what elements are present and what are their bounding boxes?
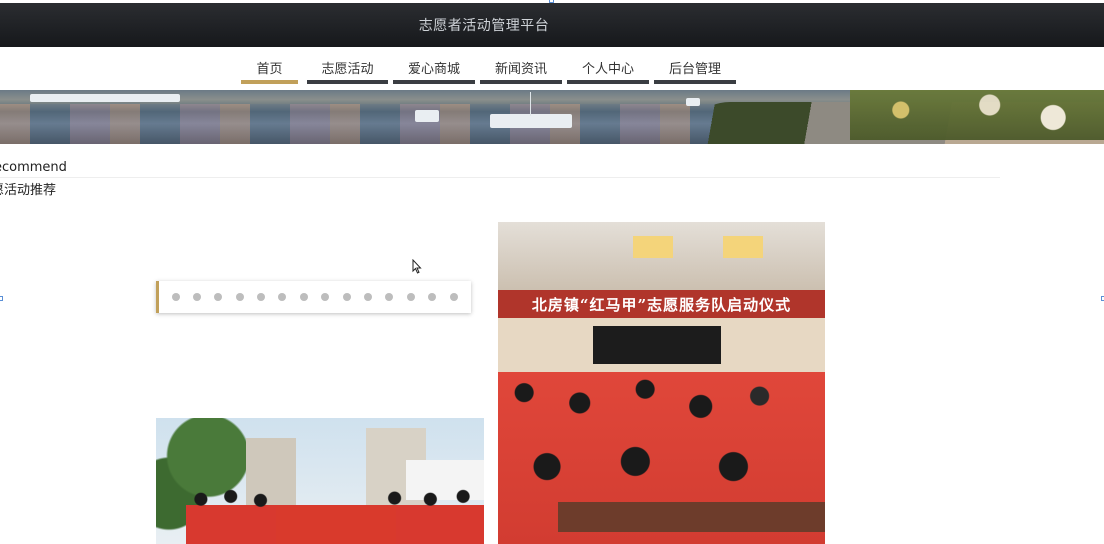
carousel-dot[interactable] [192,293,201,301]
carousel-dot[interactable] [321,293,330,301]
carousel-accent-bar [156,281,159,313]
carousel-dot[interactable] [299,293,308,301]
section-divider [0,177,1000,178]
carousel-dot[interactable] [342,293,351,301]
main-nav: 首页 志愿活动 爱心商城 新闻资讯 个人中心 后台管理 [241,55,741,85]
carousel-dot[interactable] [428,293,437,301]
banner-flowers [850,90,1104,140]
banner-boat [30,94,180,102]
photo-light [723,236,763,258]
banner-boat [686,98,700,106]
section-title-cn: 愿活动推荐 [0,183,57,198]
carousel-dot[interactable] [278,293,287,301]
resize-handle-left[interactable] [0,296,3,301]
carousel-dot[interactable] [406,293,415,301]
photo-light [633,236,673,258]
carousel-dot[interactable] [364,293,373,301]
carousel-dot[interactable] [171,293,180,301]
banner-sailboat [490,114,572,128]
nav-tab-admin[interactable]: 后台管理 [654,55,736,84]
nav-tab-news[interactable]: 新闻资讯 [480,55,562,84]
banner-boat [415,110,439,122]
banner-water [0,104,760,144]
nav-tab-home[interactable]: 首页 [241,55,298,84]
photo-event-banner: 北房镇“红马甲”志愿服务队启动仪式 [498,290,825,318]
carousel-pagination [156,281,471,313]
photo-screen [593,326,721,364]
photo-desk [558,502,825,532]
site-header: 志愿者活动管理平台 [0,3,1104,47]
hero-banner [0,90,1104,144]
mouse-cursor-icon [412,258,422,277]
nav-tab-activities[interactable]: 志愿活动 [307,55,388,84]
carousel-dot[interactable] [385,293,394,301]
photo-flag [276,506,396,544]
carousel-dot[interactable] [449,293,458,301]
carousel-dot[interactable] [214,293,223,301]
activity-photo-launch-ceremony[interactable]: 北房镇“红马甲”志愿服务队启动仪式 [498,222,825,544]
carousel-dots [171,293,471,301]
activity-photo-group[interactable] [156,418,484,544]
banner-mast [530,92,531,116]
nav-tab-profile[interactable]: 个人中心 [567,55,649,84]
nav-tab-shop[interactable]: 爱心商城 [393,55,475,84]
carousel-dot[interactable] [257,293,266,301]
site-title: 志愿者活动管理平台 [418,18,550,34]
section-title-en: ecommend [0,160,67,175]
carousel-dot[interactable] [235,293,244,301]
